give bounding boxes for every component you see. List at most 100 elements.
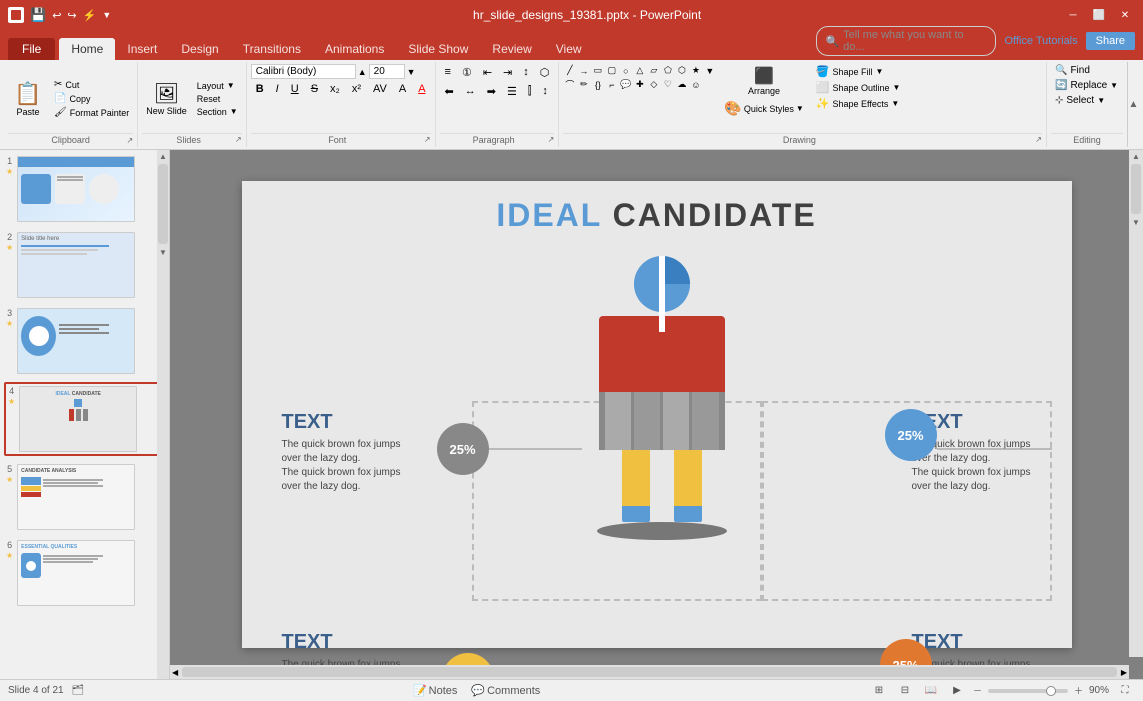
increase-indent-button[interactable]: ⇥ [498,64,517,81]
text-direction-button[interactable]: ↕ [518,64,534,81]
zoom-thumb[interactable] [1046,686,1056,696]
triangle-shape[interactable]: △ [633,64,646,77]
tab-review[interactable]: Review [480,38,543,60]
save-icon[interactable]: 💾 [30,7,46,23]
slide-thumb-3[interactable] [17,308,135,374]
clear-format-button[interactable]: A [394,81,411,97]
slide-thumb-5[interactable]: CANDIDATE ANALYSIS [17,464,135,530]
font-expand[interactable]: ↗ [424,135,431,144]
new-slide-button[interactable]: 🖼 New Slide [142,79,191,118]
justify-button[interactable]: ☰ [502,83,522,100]
tab-view[interactable]: View [544,38,594,60]
copy-button[interactable]: 📄Copy [50,92,133,105]
bold-button[interactable]: B [251,81,269,97]
canvas-hscrollbar[interactable]: ◀ ▶ [170,665,1129,679]
slide-item-5[interactable]: 5 ★ CANDIDATE ANALYSIS [4,462,165,532]
canvas-hscroll-thumb[interactable] [182,667,1117,677]
tab-insert[interactable]: Insert [115,38,169,60]
canvas-scroll-up[interactable]: ▲ [1130,150,1142,162]
ribbon-collapse-button[interactable]: ▲ [1127,62,1139,147]
pentagon-shape[interactable]: ⬠ [661,64,674,77]
zoom-out-button[interactable]: － [973,684,982,697]
strikethrough-button[interactable]: S [306,81,323,97]
shape-effects-button[interactable]: ✨ Shape Effects ▼ [812,96,905,111]
slideshow-view-button[interactable]: ▶ [947,683,967,699]
section-button[interactable]: Section▼ [193,106,242,118]
format-painter-button[interactable]: 🖌Format Painter [50,106,133,119]
share-button[interactable]: Share [1086,32,1135,50]
tab-home[interactable]: Home [59,38,115,60]
bullets-button[interactable]: ≡ [440,64,456,81]
slide-item-6[interactable]: 6 ★ ESSENTIAL QUALITIES [4,538,165,608]
slide-item-2[interactable]: 2 ★ Slide title here [4,230,165,300]
canvas-scroll-down[interactable]: ▼ [1130,216,1142,228]
slide-item-4[interactable]: 4 ★ IDEAL CANDIDATE [4,382,165,456]
minimize-button[interactable]: ─ [1063,5,1083,25]
canvas-vscroll-thumb[interactable] [1131,164,1141,214]
select-button[interactable]: ⊹Select ▼ [1051,94,1123,107]
replace-button[interactable]: 🔄Replace ▼ [1051,79,1123,92]
undo-icon[interactable]: ↩ [52,9,61,22]
canvas-scroll-left[interactable]: ◀ [170,668,180,677]
line-spacing-button[interactable]: ↕ [537,83,553,100]
shape-outline-button[interactable]: ⬜ Shape Outline ▼ [812,80,905,95]
bracket-shape[interactable]: {} [591,78,604,91]
zoom-slider[interactable] [988,689,1068,693]
slide-thumb-2[interactable]: Slide title here [17,232,135,298]
oval-shape[interactable]: ○ [619,64,632,77]
rounded-rect-shape[interactable]: ▢ [605,64,618,77]
fit-window-button[interactable]: ⛶ [1115,683,1135,699]
slide-thumb-4[interactable]: IDEAL CANDIDATE [19,386,137,452]
paragraph-expand[interactable]: ↗ [548,135,555,144]
restore-button[interactable]: ⬜ [1089,5,1109,25]
reset-button[interactable]: Reset [193,93,242,105]
heart-shape[interactable]: ♡ [661,78,674,91]
hexagon-shape[interactable]: ⬡ [675,64,688,77]
align-left-button[interactable]: ⬅ [440,83,459,100]
comments-button[interactable]: 💬 Comments [466,682,545,699]
tab-slideshow[interactable]: Slide Show [396,38,480,60]
line-shape[interactable]: ╱ [563,64,576,77]
tab-file[interactable]: File [8,38,55,60]
cross-shape[interactable]: ✚ [633,78,646,91]
quick-styles-button[interactable]: 🎨 Quick Styles ▼ [720,99,807,118]
tab-animations[interactable]: Animations [313,38,396,60]
close-button[interactable]: ✕ [1115,5,1135,25]
decrease-indent-button[interactable]: ⇤ [478,64,497,81]
find-button[interactable]: 🔍Find [1051,64,1123,77]
star-shape[interactable]: ★ [689,64,702,77]
theme-icon[interactable]: 🗂 [72,685,85,696]
reading-view-button[interactable]: 📖 [921,683,941,699]
font-size-down[interactable]: ▼ [407,67,416,77]
drawing-expand[interactable]: ↗ [1035,135,1042,144]
rect-shape[interactable]: ▭ [591,64,604,77]
slide-item-3[interactable]: 3 ★ [4,306,165,376]
redo-icon[interactable]: ↪ [67,9,76,22]
slides-scrollbar[interactable]: ▲ ▼ [157,150,169,679]
cloud-shape[interactable]: ☁ [675,78,688,91]
parallelogram-shape[interactable]: ▱ [647,64,660,77]
zoom-in-button[interactable]: ＋ [1074,684,1083,697]
slide-sorter-button[interactable]: ⊟ [895,683,915,699]
italic-button[interactable]: I [271,81,284,97]
convert-to-smartart-button[interactable]: ⬡ [535,64,555,81]
canvas-scroll-right[interactable]: ▶ [1119,668,1129,677]
more-shapes[interactable]: ▼ [703,64,716,77]
office-tutorials-link[interactable]: Office Tutorials [1004,35,1077,47]
dropdown-arrow[interactable]: ▼ [102,10,111,20]
superscript-button[interactable]: x² [347,81,366,97]
clipboard-expand[interactable]: ↗ [127,136,134,145]
slides-expand[interactable]: ↗ [235,135,242,144]
canvas-vscrollbar[interactable]: ▲ ▼ [1129,150,1143,657]
callout-shape[interactable]: 💬 [619,78,632,91]
paste-button[interactable]: 📋 Paste [8,79,48,119]
notes-button[interactable]: 📝 Notes [408,682,462,699]
arrow-shape[interactable]: → [577,64,590,77]
scroll-up-arrow[interactable]: ▲ [157,150,169,162]
scroll-thumb[interactable] [158,164,168,244]
freeform-shape[interactable]: ✏ [577,78,590,91]
arrange-button[interactable]: ⬛ Arrange [720,64,807,98]
slide-thumb-1[interactable] [17,156,135,222]
underline-button[interactable]: U [286,81,304,97]
subscript-button[interactable]: x₂ [325,81,345,97]
